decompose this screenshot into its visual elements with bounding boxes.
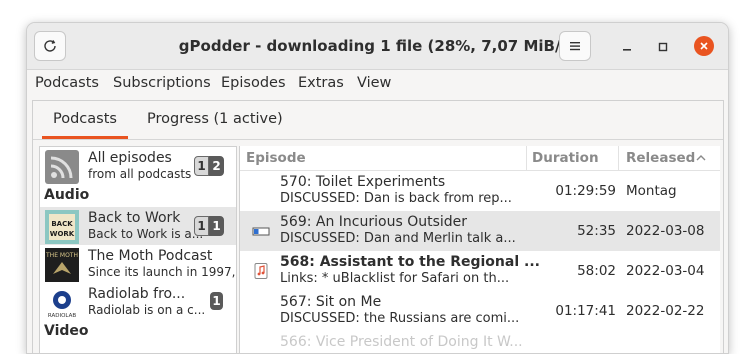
svg-text:WORK: WORK <box>50 230 75 238</box>
episode-count-badge: 1 <box>210 292 223 310</box>
column-separator <box>618 146 619 170</box>
app-window: gPodder - downloading 1 file (28%, 7,07 … <box>26 22 729 354</box>
sort-ascending-icon <box>696 155 706 161</box>
main-content: Podcasts Progress (1 active) All episode… <box>32 100 724 353</box>
podcast-item-back-to-work[interactable]: BACK WORK Back to Work Back to Work is a.… <box>40 207 236 245</box>
column-header-released[interactable]: Released <box>626 150 695 166</box>
episode-released: 2022-03-04 <box>626 263 705 279</box>
episode-title: 570: Toilet Experiments <box>280 174 446 190</box>
episode-duration: 52:35 <box>577 223 616 239</box>
episode-released: 2022-02-22 <box>626 303 705 319</box>
audio-file-icon <box>254 263 268 279</box>
tab-progress[interactable]: Progress (1 active) <box>147 111 283 127</box>
podcast-feed-icon <box>45 150 79 184</box>
episode-title: 569: An Incurious Outsider <box>280 214 468 230</box>
tab-podcasts[interactable]: Podcasts <box>53 111 117 127</box>
episode-description: Links: * uBlacklist for Safari on th... <box>280 271 510 286</box>
close-button[interactable] <box>694 36 714 56</box>
episode-count-badge: 11 <box>194 216 224 236</box>
episode-list-header: Episode Duration Released <box>240 146 720 171</box>
episode-count-badge: 12 <box>194 156 224 176</box>
podcast-item-radiolab[interactable]: RADIOLAB Radiolab fro... Radiolab is on … <box>40 283 236 321</box>
menu-podcasts[interactable]: Podcasts <box>35 75 99 91</box>
podcast-subtitle: Radiolab is on a c... <box>88 303 206 317</box>
podcast-cover-icon: BACK WORK <box>45 210 79 244</box>
menu-subscriptions[interactable]: Subscriptions <box>113 75 211 91</box>
episode-row[interactable]: 567: Sit on Me DISCUSSED: the Russians a… <box>240 291 720 331</box>
menu-bar: Podcasts Subscriptions Episodes Extras V… <box>27 70 728 96</box>
episode-row[interactable]: 566: Vice President of Doing It W... <box>240 331 720 353</box>
podcast-title: Back to Work <box>88 210 181 226</box>
episode-row[interactable]: 568: Assistant to the Regional ... Links… <box>240 251 720 291</box>
episode-duration: 58:02 <box>577 263 616 279</box>
total-count: 2 <box>209 156 224 176</box>
episode-description: DISCUSSED: the Russians are comi... <box>280 311 520 326</box>
column-header-duration[interactable]: Duration <box>532 150 599 166</box>
podcast-cover-icon: THE MOTH <box>45 248 79 282</box>
maximize-button[interactable] <box>653 37 673 57</box>
podcast-title: The Moth Podcast <box>88 248 213 264</box>
total-count: 1 <box>210 292 223 310</box>
episode-duration: 01:17:41 <box>555 303 616 319</box>
podcast-subtitle: Back to Work is a... <box>88 227 204 241</box>
podcast-title: Radiolab fro... <box>88 286 186 302</box>
main-menu-button[interactable] <box>559 31 591 61</box>
podcast-list[interactable]: All episodes from all podcasts 12 Audio … <box>39 146 237 353</box>
episode-released: Montag <box>626 183 677 199</box>
episode-duration: 01:29:59 <box>555 183 616 199</box>
download-progress-icon <box>252 227 270 236</box>
podcast-title: All episodes <box>88 150 172 166</box>
episode-title: 566: Vice President of Doing It W... <box>280 334 523 350</box>
title-bar: gPodder - downloading 1 file (28%, 7,07 … <box>27 23 728 70</box>
menu-extras[interactable]: Extras <box>298 75 344 91</box>
episode-title: 567: Sit on Me <box>280 294 382 310</box>
new-count: 1 <box>194 216 209 236</box>
svg-text:RADIOLAB: RADIOLAB <box>48 313 77 319</box>
episode-row[interactable]: 569: An Incurious Outsider DISCUSSED: Da… <box>240 211 720 251</box>
menu-episodes[interactable]: Episodes <box>221 75 286 91</box>
svg-text:THE MOTH: THE MOTH <box>45 252 78 259</box>
hamburger-menu-icon <box>570 42 580 51</box>
maximize-icon <box>658 42 668 52</box>
podcast-item-all-episodes[interactable]: All episodes from all podcasts 12 <box>40 147 236 185</box>
episode-description: DISCUSSED: Dan and Merlin talk a... <box>280 231 516 246</box>
episode-row[interactable]: 570: Toilet Experiments DISCUSSED: Dan i… <box>240 171 720 211</box>
podcast-subtitle: Since its launch in 1997,... <box>88 265 237 279</box>
close-icon <box>700 42 708 50</box>
new-count: 1 <box>194 156 209 176</box>
podcast-cover-icon: RADIOLAB <box>45 286 79 320</box>
minimize-icon <box>623 49 631 51</box>
episode-released: 2022-03-08 <box>626 223 705 239</box>
column-separator <box>526 146 527 170</box>
section-video: Video <box>44 323 89 339</box>
episode-description: DISCUSSED: Dan is back from rep... <box>280 191 512 206</box>
podcast-subtitle: from all podcasts <box>88 167 192 181</box>
podcast-item-the-moth[interactable]: THE MOTH The Moth Podcast Since its laun… <box>40 245 236 283</box>
minimize-button[interactable] <box>617 37 637 57</box>
total-count: 1 <box>209 216 224 236</box>
episode-title: 568: Assistant to the Regional ... <box>280 254 540 270</box>
svg-text:BACK: BACK <box>51 220 73 228</box>
menu-view[interactable]: View <box>357 75 391 91</box>
episode-list[interactable]: Episode Duration Released 570: Toilet Ex… <box>239 146 720 353</box>
section-audio: Audio <box>44 187 90 203</box>
tab-divider <box>33 139 723 140</box>
column-header-episode[interactable]: Episode <box>246 150 306 166</box>
